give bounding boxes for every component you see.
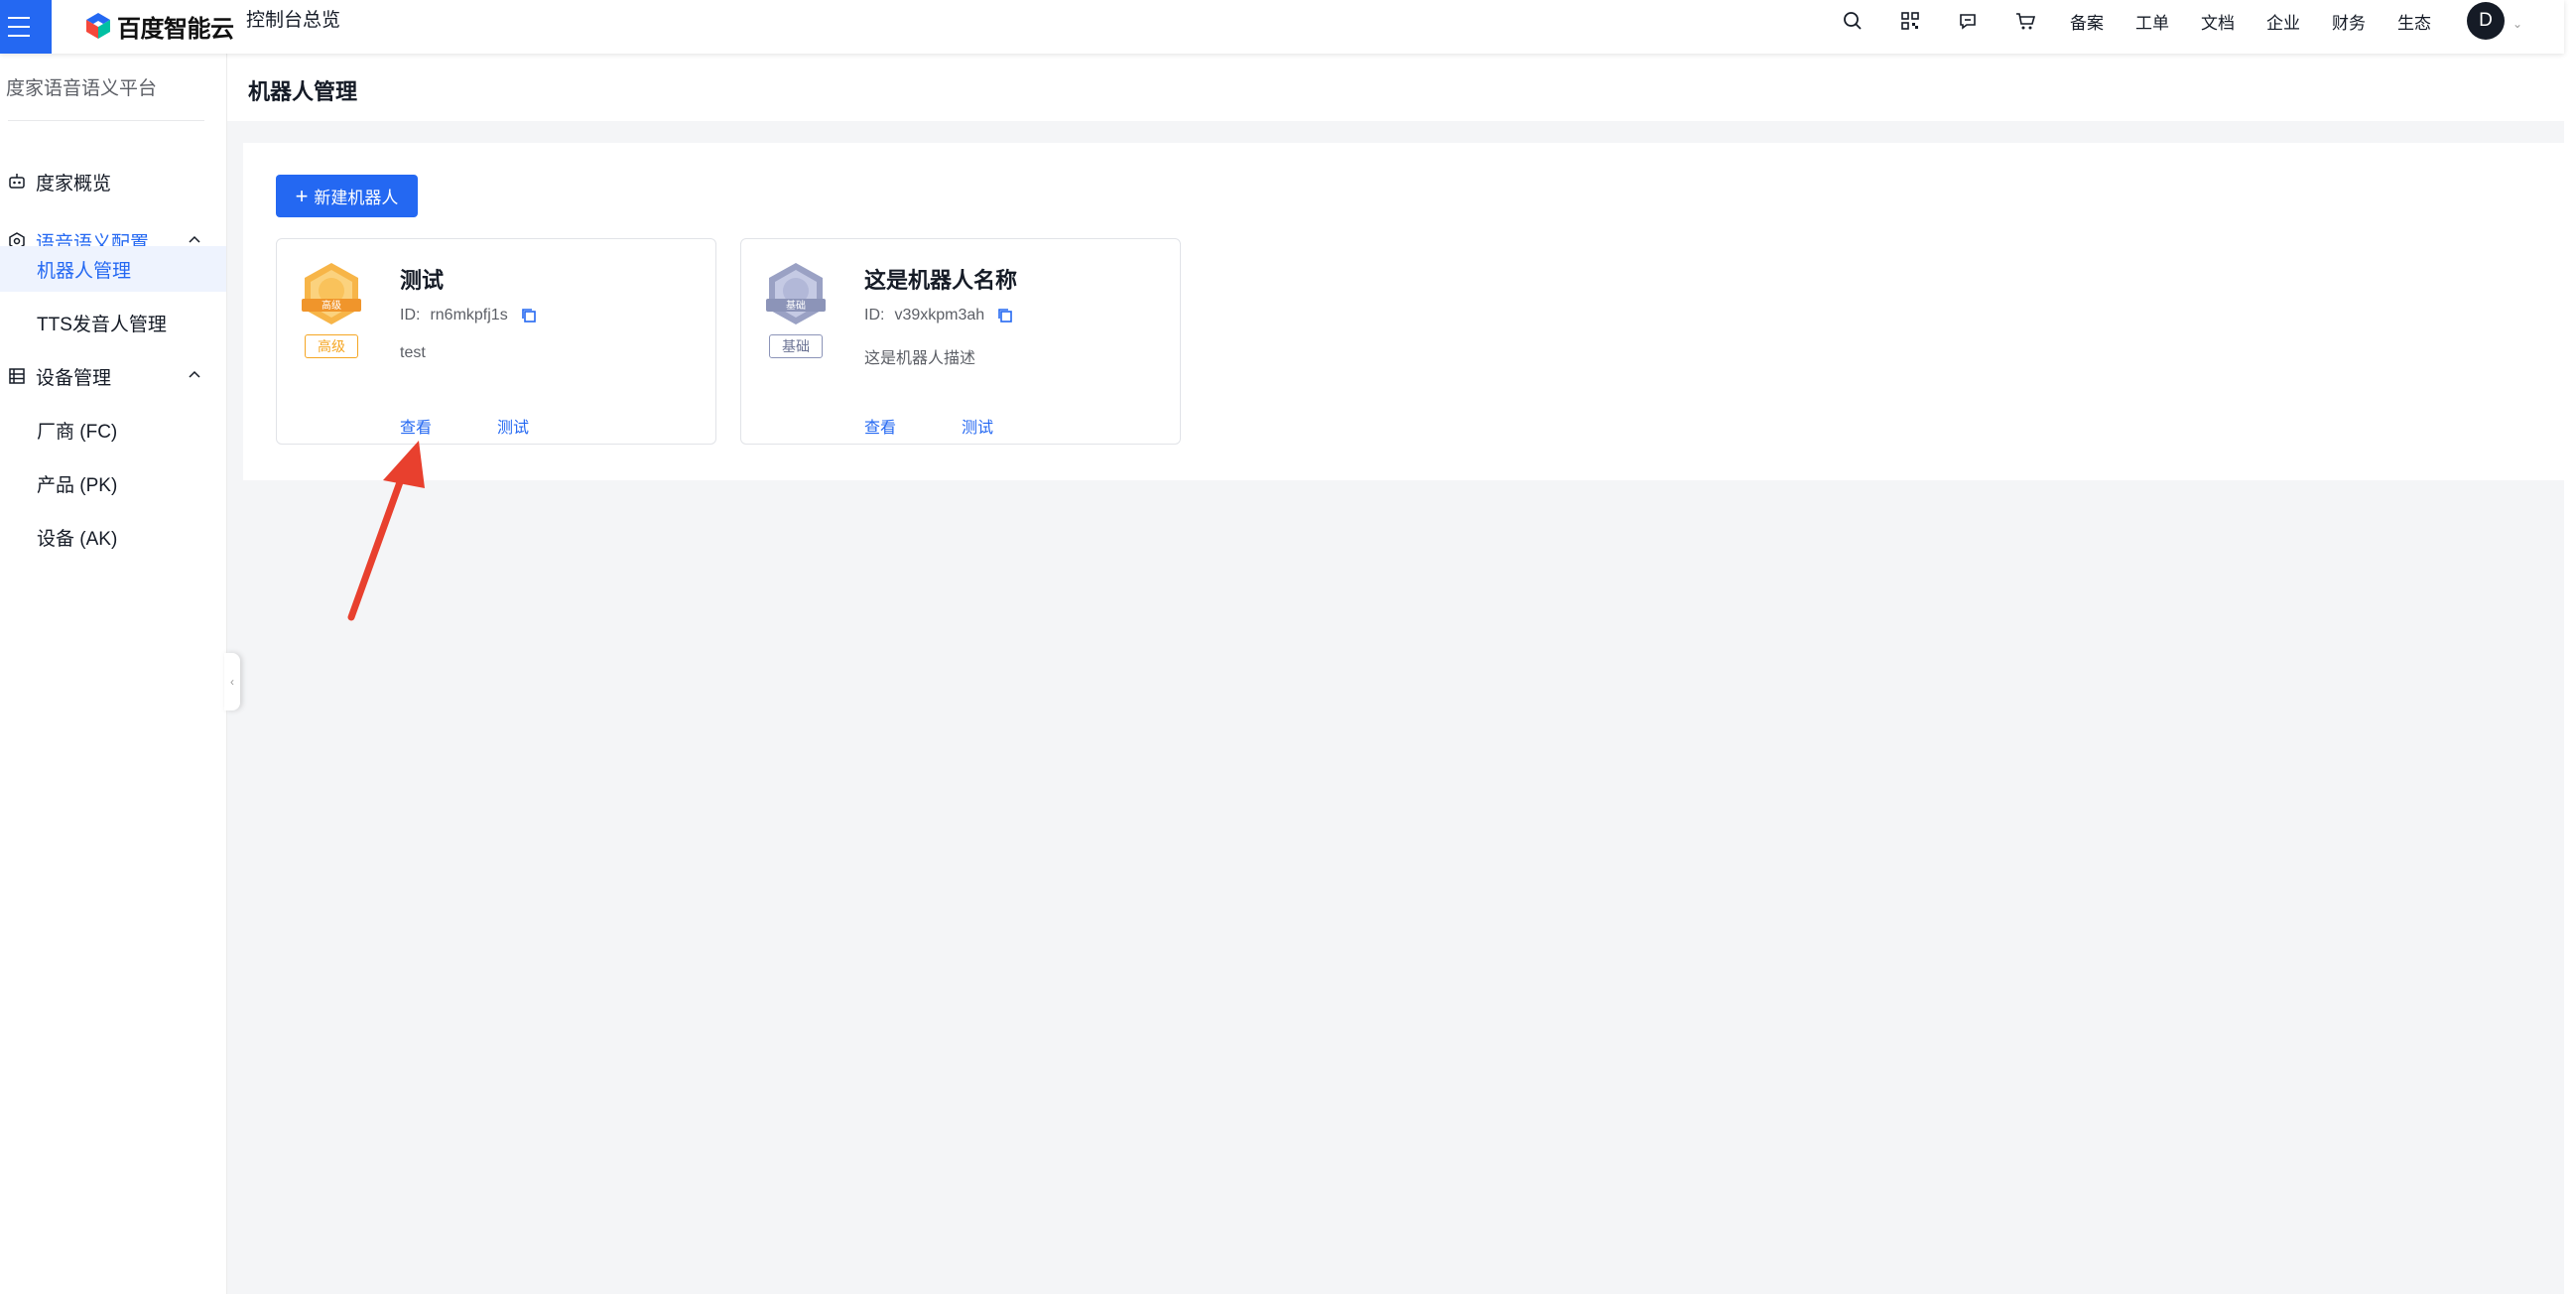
robot-icon — [6, 171, 28, 193]
page-title: 机器人管理 — [248, 79, 358, 104]
copy-icon[interactable] — [520, 307, 538, 324]
level-tag: 高级 — [305, 334, 358, 358]
plus-icon: + — [295, 183, 309, 208]
nav-enterprise[interactable]: 企业 — [2266, 9, 2300, 34]
console-overview-link[interactable]: 控制台总览 — [246, 9, 340, 33]
gold-level-badge-icon: 高级 — [302, 263, 361, 324]
id-value: v39xkpm3ah — [894, 307, 985, 324]
nav-docs[interactable]: 文档 — [2201, 9, 2235, 34]
sidebar-item-vendor[interactable]: 厂商 (FC) — [0, 407, 226, 453]
sidebar-item-label: TTS发音人管理 — [37, 314, 167, 335]
nav-finance[interactable]: 财务 — [2332, 9, 2366, 34]
search-icon[interactable] — [1840, 8, 1866, 34]
silver-level-badge-icon: 基础 — [766, 263, 826, 324]
sidebar-divider — [8, 120, 204, 121]
annotation-arrow-icon — [347, 441, 425, 621]
main-area: 机器人管理 + 新建机器人 高级 高级 测试 ID: rn6mkpfj1s te… — [227, 54, 2564, 1294]
sidebar-collapse-handle[interactable]: ‹ — [224, 653, 240, 711]
sidebar-item-robot-management[interactable]: 机器人管理 — [0, 246, 226, 292]
device-list-icon — [6, 365, 28, 387]
baidu-cloud-logo-icon — [86, 13, 110, 39]
sidebar-item-label: 机器人管理 — [37, 260, 132, 282]
cart-icon[interactable] — [2012, 8, 2038, 34]
avatar[interactable]: D ⌄ — [2467, 2, 2522, 40]
new-robot-button[interactable]: + 新建机器人 — [276, 175, 418, 217]
robot-id: ID: rn6mkpfj1s — [400, 307, 538, 324]
chevron-down-icon: ⌄ — [2512, 17, 2522, 31]
qrcode-icon[interactable] — [1897, 8, 1923, 34]
new-robot-label: 新建机器人 — [314, 189, 399, 207]
sidebar: 度家语音语义平台 度家概览 语音语义配置 机器人管理 TTS发音人管理 设备管理… — [0, 54, 227, 1294]
badge-text: 基础 — [786, 299, 806, 312]
sidebar-item-label: 设备管理 — [36, 367, 112, 389]
id-value: rn6mkpfj1s — [430, 307, 508, 324]
nav-beian[interactable]: 备案 — [2070, 9, 2104, 34]
level-tag: 基础 — [769, 334, 823, 358]
badge-text: 高级 — [322, 299, 341, 312]
copy-icon[interactable] — [996, 307, 1014, 324]
view-link[interactable]: 查看 — [400, 414, 432, 438]
robot-description: test — [400, 344, 426, 361]
sidebar-item-label: 产品 (PK) — [37, 474, 118, 496]
sidebar-item-label: 厂商 (FC) — [37, 421, 118, 443]
platform-title: 度家语音语义平台 — [6, 78, 158, 99]
brand-name: 百度智能云 — [117, 15, 234, 43]
robot-list-panel: + 新建机器人 高级 高级 测试 ID: rn6mkpfj1s test 查看 … — [243, 143, 2564, 480]
page-header: 机器人管理 — [227, 54, 2564, 121]
sidebar-item-label: 设备 (AK) — [37, 528, 118, 550]
sidebar-item-overview[interactable]: 度家概览 — [0, 159, 226, 204]
chevron-up-icon — [189, 370, 200, 378]
sidebar-item-tts-speaker[interactable]: TTS发音人管理 — [0, 300, 226, 345]
sidebar-item-device-management[interactable]: 设备管理 — [0, 353, 226, 399]
robot-card: 基础 基础 这是机器人名称 ID: v39xkpm3ah 这是机器人描述 查看 … — [740, 238, 1181, 445]
brand-logo[interactable]: 百度智能云 — [83, 6, 234, 46]
sidebar-item-label: 度家概览 — [36, 173, 112, 194]
id-label: ID: — [864, 307, 885, 324]
robot-id: ID: v39xkpm3ah — [864, 307, 1014, 324]
test-link[interactable]: 测试 — [962, 414, 993, 438]
avatar-letter: D — [2479, 10, 2493, 31]
robot-card: 高级 高级 测试 ID: rn6mkpfj1s test 查看 测试 — [276, 238, 716, 445]
view-link[interactable]: 查看 — [864, 414, 896, 438]
top-bar: 百度智能云 控制台总览 备案 工单 文档 企业 财务 生态 D ⌄ — [0, 0, 2564, 54]
menu-icon[interactable] — [0, 0, 52, 54]
robot-name: 测试 — [400, 268, 445, 293]
sidebar-item-product[interactable]: 产品 (PK) — [0, 460, 226, 506]
id-label: ID: — [400, 307, 421, 324]
robot-name: 这是机器人名称 — [864, 268, 1018, 293]
top-right-nav: 备案 工单 文档 企业 财务 生态 D ⌄ — [1808, 0, 2522, 42]
robot-description: 这是机器人描述 — [864, 350, 976, 367]
chevron-up-icon — [189, 235, 200, 243]
nav-ticket[interactable]: 工单 — [2135, 9, 2169, 34]
nav-ecosystem[interactable]: 生态 — [2397, 9, 2431, 34]
test-link[interactable]: 测试 — [497, 414, 529, 438]
sidebar-item-device[interactable]: 设备 (AK) — [0, 514, 226, 560]
message-icon[interactable] — [1955, 8, 1981, 34]
